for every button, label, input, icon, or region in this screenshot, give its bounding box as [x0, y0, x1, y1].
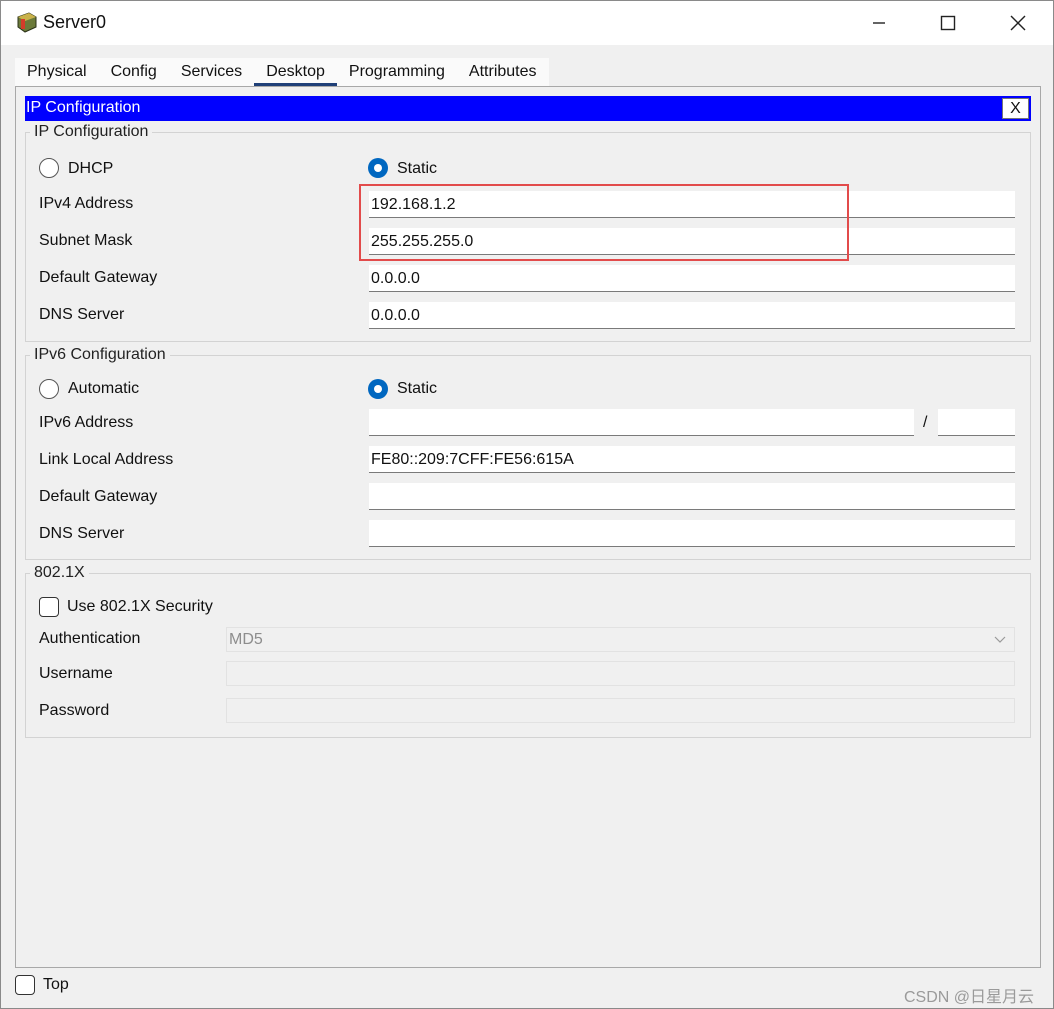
tab-physical[interactable]: Physical — [15, 58, 99, 86]
ipv4-dns-input[interactable]: 0.0.0.0 — [369, 302, 1015, 329]
ipv6-address-input[interactable] — [369, 409, 914, 436]
dot1x-group-title: 802.1X — [30, 564, 89, 582]
ipv6-address-label: IPv6 Address — [39, 414, 134, 431]
tab-config[interactable]: Config — [99, 58, 169, 86]
link-local-label: Link Local Address — [39, 451, 174, 468]
tab-programming[interactable]: Programming — [337, 58, 457, 86]
server-app-icon — [17, 12, 37, 33]
prefix-separator: / — [923, 414, 928, 431]
password-input[interactable] — [226, 698, 1015, 723]
ipv6-automatic-radio[interactable] — [39, 379, 59, 399]
ipv4-dns-label: DNS Server — [39, 306, 125, 323]
dhcp-label: DHCP — [68, 160, 114, 177]
panel-header: IP Configuration X — [25, 96, 1031, 121]
maximize-button[interactable] — [913, 1, 983, 45]
tab-desktop[interactable]: Desktop — [254, 58, 337, 86]
username-input[interactable] — [226, 661, 1015, 686]
highlight-box — [359, 184, 849, 261]
use-dot1x-label: Use 802.1X Security — [67, 598, 213, 615]
panel-title: IP Configuration — [26, 99, 141, 116]
minimize-icon — [873, 22, 885, 24]
close-icon — [1010, 15, 1026, 31]
minimize-button[interactable] — [844, 1, 914, 45]
authentication-label: Authentication — [39, 630, 141, 647]
ipv6-gateway-input[interactable] — [369, 483, 1015, 510]
use-dot1x-checkbox[interactable] — [39, 597, 59, 617]
password-label: Password — [39, 702, 110, 719]
watermark: CSDN @日星月云 — [904, 989, 1035, 1006]
top-checkbox[interactable] — [15, 975, 35, 995]
ipv6-dns-input[interactable] — [369, 520, 1015, 547]
dhcp-radio[interactable] — [39, 158, 59, 178]
ipv6-gateway-label: Default Gateway — [39, 488, 158, 505]
panel-close-button[interactable]: X — [1002, 98, 1029, 119]
server-window: Server0 Physical Config Services Desktop… — [0, 0, 1054, 1009]
ipv6-static-label: Static — [397, 380, 438, 397]
ipv6-automatic-label: Automatic — [68, 380, 140, 397]
tab-bar: Physical Config Services Desktop Program… — [15, 58, 549, 86]
top-label: Top — [43, 976, 69, 993]
ipv6-dns-label: DNS Server — [39, 525, 125, 542]
close-window-button[interactable] — [983, 1, 1053, 45]
maximize-icon — [940, 15, 956, 31]
username-label: Username — [39, 665, 113, 682]
ipv4-group-title: IP Configuration — [30, 123, 153, 141]
ipv4-static-label: Static — [397, 160, 438, 177]
ipv4-static-radio[interactable] — [368, 158, 388, 178]
subnet-mask-label: Subnet Mask — [39, 232, 133, 249]
ipv4-gateway-input[interactable]: 0.0.0.0 — [369, 265, 1015, 292]
ipv4-gateway-label: Default Gateway — [39, 269, 158, 286]
authentication-value: MD5 — [229, 631, 263, 648]
window-title: Server0 — [43, 12, 107, 32]
chevron-down-icon — [994, 636, 1006, 643]
ipv6-prefix-input[interactable] — [938, 409, 1015, 436]
authentication-select[interactable]: MD5 — [226, 627, 1015, 652]
tab-attributes[interactable]: Attributes — [457, 58, 549, 86]
ipv6-static-radio[interactable] — [368, 379, 388, 399]
title-bar[interactable]: Server0 — [1, 1, 1053, 45]
link-local-input[interactable]: FE80::209:7CFF:FE56:615A — [369, 446, 1015, 473]
tab-services[interactable]: Services — [169, 58, 254, 86]
ipv4-address-label: IPv4 Address — [39, 195, 134, 212]
ipv6-group-title: IPv6 Configuration — [30, 346, 170, 364]
